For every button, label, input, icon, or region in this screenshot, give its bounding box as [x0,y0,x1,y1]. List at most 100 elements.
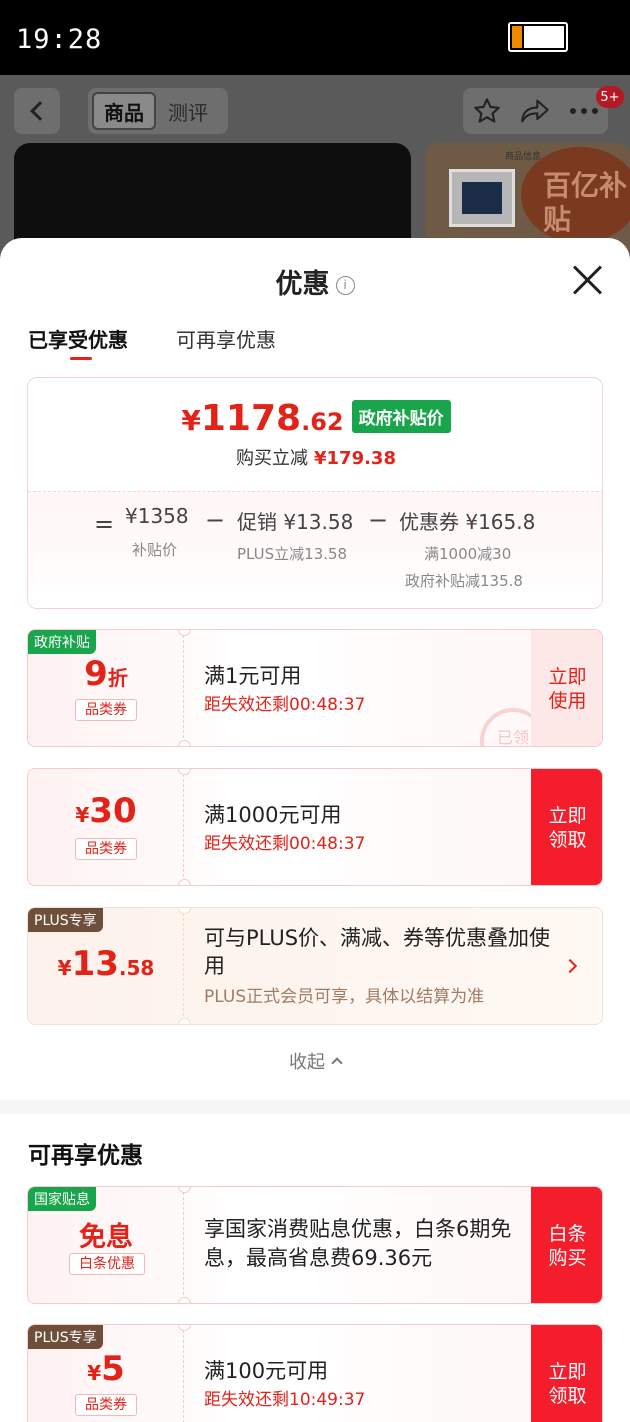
notification-badge: 5+ [596,86,624,108]
collapse-label: 收起 [289,1052,325,1073]
amount-unit: 折 [107,666,128,690]
coupon-title: 享国家消费贴息优惠，白条6期免息，最高省息费69.36元 [204,1217,512,1270]
coupon-kind: 品类券 [75,838,137,860]
close-icon[interactable] [572,264,604,296]
coupon-deduction: 优惠券 ¥165.8 [399,506,535,535]
more-icon[interactable] [569,96,599,126]
nav-actions [463,88,608,134]
coupon-detail-1: 满1000减30 [424,545,512,563]
save-value: ¥179.38 [314,448,396,469]
gov-price-tag: 政府补贴价 [351,400,451,433]
active-tab-indicator [70,357,92,360]
price-decimal: .62 [301,408,344,436]
coupon-note: PLUS正式会员可享，具体以结算为准 [204,987,485,1007]
price-summary: ¥1178.62 政府补贴价 购买立减 ¥179.38 = ¥1358 补贴价 − … [27,377,603,609]
card-caption: 商品信息 [505,152,542,162]
amount-value: 9 [84,654,108,694]
tab-review[interactable]: 测评 [156,92,220,130]
tab-more-discounts[interactable]: 可再享优惠 [176,324,276,353]
section-title: 可再享优惠 [28,1143,143,1169]
coupon-amount: 9折 [28,654,184,694]
status-time: 19:28 [16,24,103,55]
coupon-tag: PLUS专享 [28,908,103,932]
tab-enjoyed-discounts[interactable]: 已享受优惠 [28,324,128,353]
collapse-button[interactable]: 收起 [0,1048,630,1074]
claim-now-button[interactable]: 立即 领取 [531,1325,602,1422]
coupon-tag: 政府补贴 [28,630,96,654]
coupon-notch [178,1297,191,1303]
coupon-title: 可与PLUS价、满减、券等优惠叠加使用 [204,926,551,978]
coupon-amount: ¥5 [28,1349,184,1389]
minus-sign: − [368,506,389,534]
amount-symbol: ¥ [87,1361,102,1385]
promo-badge: 百亿补贴 [521,147,630,243]
battery-remainder [524,26,564,48]
sheet-title-text: 优惠 [275,269,330,300]
coupon-title: 满100元可用 [204,1359,329,1383]
coupon-card: PLUS专享 ¥5 品类券 满100元可用 距失效还剩10:49:37 立即 领… [27,1324,603,1422]
buy-with-baitiao-button[interactable]: 白条 购买 [531,1187,602,1303]
final-price: ¥1178.62 政府补贴价 [28,398,602,439]
coupon-kind: 品类券 [75,1394,137,1416]
coupon-notch [178,1018,191,1024]
use-now-label: 立即 使用 [548,666,587,712]
product-thumbnail [449,169,515,227]
price-symbol: ¥ [181,404,201,437]
claim-now-label: 立即 领取 [548,1361,587,1407]
back-button[interactable] [14,88,60,134]
coupon-card: 国家贴息 免息 白条优惠 享国家消费贴息优惠，白条6期免息，最高省息费69.36… [27,1186,603,1304]
coupon-detail-2: 政府补贴减135.8 [405,572,523,590]
amount-value: 5 [101,1349,125,1389]
claim-now-label: 立即 领取 [548,805,587,851]
coupon-title: 满1元可用 [204,664,302,688]
info-icon[interactable]: i [335,276,355,295]
coupon-card: 政府补贴 9折 品类券 满1元可用 距失效还剩00:48:37 已领 立即 使用 [27,629,603,747]
coupon-tag: PLUS专享 [28,1325,103,1349]
sheet-title: 优惠 i [0,262,630,301]
share-icon[interactable] [520,96,550,126]
base-price: ¥1358 [125,504,189,528]
coupon-title: 满1000元可用 [204,803,342,827]
star-icon[interactable] [472,96,502,126]
coupon-kind: 白条优惠 [69,1253,145,1275]
amount-value: 13 [71,944,119,984]
discount-sheet: 优惠 i 已享受优惠 可再享优惠 ¥1178.62 政府补贴价 购买立减 ¥179.3… [0,238,630,1422]
amount-symbol: ¥ [57,956,72,980]
amount-symbol: ¥ [75,803,90,827]
coupon-notch [178,879,191,885]
chevron-left-icon [30,101,50,121]
coupon-amount: ¥13.58 [28,944,184,984]
base-price-label: 补贴价 [132,541,178,559]
amount-decimal: .58 [118,956,155,980]
promo-deduction: 促销 ¥13.58 [237,506,353,535]
save-line: 购买立减 ¥179.38 [28,444,602,470]
battery-level [512,26,522,48]
status-bar: 19:28 [0,0,630,75]
save-label: 购买立减 [236,448,308,469]
coupon-kind: 品类券 [75,699,137,721]
segment-control[interactable]: 商品 测评 [88,88,228,134]
tab-product[interactable]: 商品 [92,92,156,130]
claim-now-button[interactable]: 立即 领取 [531,769,602,885]
amount-value: 30 [89,791,137,831]
minus-sign: − [205,506,226,534]
promo-detail: PLUS立减13.58 [237,545,348,563]
battery-icon [508,22,568,52]
buy-with-baitiao-label: 白条 购买 [548,1223,587,1269]
coupon-countdown: 距失效还剩00:48:37 [204,695,366,715]
use-now-button[interactable]: 立即 使用 [531,630,602,746]
coupon-label: 优惠券 [399,510,459,534]
section-divider [0,1100,630,1114]
coupon-countdown: 距失效还剩00:48:37 [204,834,366,854]
coupon-value: ¥165.8 [465,510,536,534]
promo-value: ¥13.58 [283,510,354,534]
coupon-card: ¥30 品类券 满1000元可用 距失效还剩00:48:37 立即 领取 [27,768,603,886]
plus-coupon-card[interactable]: PLUS专享 ¥13.58 可与PLUS价、满减、券等优惠叠加使用 PLUS正式… [27,907,603,1025]
promo-label: 促销 [237,510,277,534]
chevron-up-icon [331,1057,343,1069]
coupon-amount: 免息 [79,1222,133,1253]
coupon-amount: ¥30 [28,791,184,831]
equals-sign: = [94,510,115,538]
price-breakdown: = ¥1358 补贴价 − 促销 ¥13.58 PLUS立减13.58 − 优惠… [28,491,602,608]
coupon-notch [178,740,191,746]
